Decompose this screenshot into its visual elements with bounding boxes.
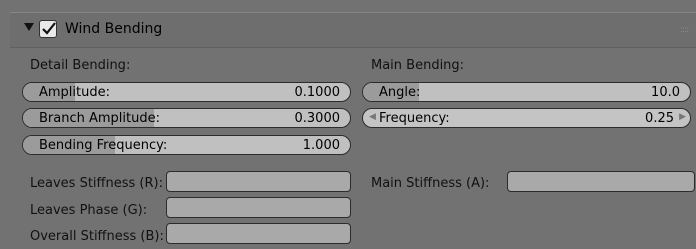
leaves-phase-label: Leaves Phase (G): — [30, 203, 148, 218]
decrement-arrow-icon[interactable]: ◀ — [369, 112, 376, 122]
angle-value: 10.0 — [651, 85, 680, 100]
amplitude-value: 0.1000 — [294, 85, 341, 100]
leaves-stiffness-field[interactable] — [166, 171, 351, 192]
branch-amplitude-value: 0.3000 — [294, 111, 341, 126]
angle-field[interactable]: Angle: 10.0 — [362, 82, 691, 102]
main-stiffness-field[interactable] — [507, 171, 695, 192]
frequency-field[interactable]: ◀ Frequency: 0.25 ▶ — [362, 108, 691, 128]
drag-handle-icon[interactable]: :::: — [680, 25, 692, 35]
checkmark-icon — [42, 22, 56, 35]
bending-frequency-value: 1.000 — [302, 138, 340, 153]
overall-stiffness-label: Overall Stiffness (B): — [30, 229, 164, 244]
leaves-phase-field[interactable] — [166, 197, 351, 218]
amplitude-field[interactable]: Amplitude: 0.1000 — [22, 82, 351, 102]
branch-amplitude-label: Branch Amplitude: — [39, 111, 160, 126]
angle-label: Angle: — [379, 85, 421, 100]
overall-stiffness-field[interactable] — [166, 223, 351, 244]
main-bending-heading: Main Bending: — [371, 58, 465, 73]
leaves-stiffness-label: Leaves Stiffness (R): — [30, 176, 163, 191]
frequency-label: Frequency: — [379, 111, 450, 126]
increment-arrow-icon[interactable]: ▶ — [679, 112, 686, 122]
detail-bending-heading: Detail Bending: — [30, 58, 131, 73]
amplitude-label: Amplitude: — [39, 85, 110, 100]
wind-bending-checkbox[interactable] — [39, 20, 57, 38]
panel-header[interactable]: Wind Bending :::: — [10, 12, 696, 48]
frequency-value: 0.25 — [645, 111, 674, 126]
bending-frequency-label: Bending Frequency: — [39, 138, 168, 153]
bending-frequency-field[interactable]: Bending Frequency: 1.000 — [22, 135, 351, 155]
collapse-arrow-icon[interactable] — [24, 23, 34, 31]
panel-title: Wind Bending — [65, 21, 163, 37]
branch-amplitude-field[interactable]: Branch Amplitude: 0.3000 — [22, 108, 351, 128]
main-stiffness-label: Main Stiffness (A): — [371, 176, 490, 191]
